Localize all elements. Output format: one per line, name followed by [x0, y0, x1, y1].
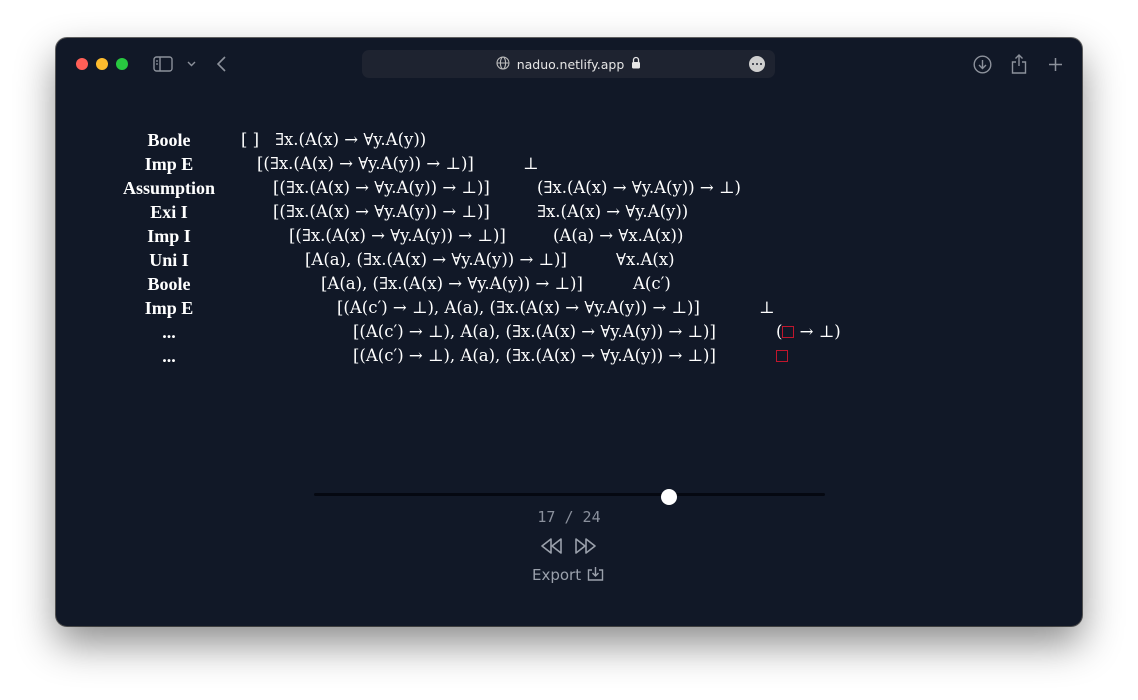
- globe-icon: [496, 55, 510, 73]
- goal: ∃x.(A(x) → ∀y.A(y)): [537, 202, 689, 221]
- more-icon[interactable]: [749, 56, 765, 72]
- rule-name: Imp E: [144, 154, 194, 174]
- new-tab-icon[interactable]: [1046, 52, 1064, 76]
- rule-name: Boole: [147, 130, 191, 150]
- context: [(A(c′) → ⊥), A(a), (∃x.(A(x) → ∀y.A(y))…: [353, 322, 716, 341]
- minimize-window-button[interactable]: [96, 58, 108, 70]
- browser-window: naduo.netlify.app Boole [ ] ∃x.(A(x) → ∀…: [56, 38, 1082, 626]
- goal: [776, 344, 788, 368]
- context: [ ]: [241, 130, 260, 149]
- proof-row: ... [(A(c′) → ⊥), A(a), (∃x.(A(x) → ∀y.A…: [56, 320, 1082, 344]
- address-bar[interactable]: naduo.netlify.app: [362, 50, 775, 78]
- open-goal-hole[interactable]: [782, 326, 795, 338]
- zoom-window-button[interactable]: [116, 58, 128, 70]
- proof-row: Assumption [(∃x.(A(x) → ∀y.A(y)) → ⊥)] (…: [56, 176, 1082, 200]
- goal: (∃x.(A(x) → ∀y.A(y)) → ⊥): [537, 178, 741, 197]
- rule-name: Imp E: [144, 298, 194, 318]
- goal: ( → ⊥): [776, 322, 841, 341]
- step-separator: /: [564, 508, 574, 526]
- context: [(A(c′) → ⊥), A(a), (∃x.(A(x) → ∀y.A(y))…: [353, 346, 716, 365]
- goal: ∀x.A(x): [616, 250, 675, 269]
- context: [A(a), (∃x.(A(x) → ∀y.A(y)) → ⊥)]: [305, 250, 567, 269]
- step-slider-thumb[interactable]: [660, 489, 677, 505]
- export-label: Export: [532, 566, 582, 584]
- proof-row: Boole [A(a), (∃x.(A(x) → ∀y.A(y)) → ⊥)] …: [56, 272, 1082, 296]
- goal: A(c′): [633, 274, 671, 293]
- rule-name: ...: [162, 346, 176, 366]
- sidebar-icon[interactable]: [152, 52, 174, 76]
- rule-name: Uni I: [149, 250, 189, 270]
- download-icon[interactable]: [971, 52, 993, 76]
- browser-toolbar: naduo.netlify.app: [56, 38, 1082, 90]
- proof-row: ... [(A(c′) → ⊥), A(a), (∃x.(A(x) → ∀y.A…: [56, 344, 1082, 368]
- rule-name: Exi I: [150, 202, 188, 222]
- fast-forward-icon[interactable]: [573, 536, 597, 556]
- goal: (A(a) → ∀x.A(x)): [553, 226, 684, 245]
- proof-row: Exi I [(∃x.(A(x) → ∀y.A(y)) → ⊥)] ∃x.(A(…: [56, 200, 1082, 224]
- open-goal-hole[interactable]: [776, 350, 788, 362]
- proof-row: Imp E [(∃x.(A(x) → ∀y.A(y)) → ⊥)] ⊥: [56, 152, 1082, 176]
- export-button[interactable]: Export: [532, 565, 604, 585]
- rule-name: ...: [162, 322, 176, 342]
- proof-row: Imp I [(∃x.(A(x) → ∀y.A(y)) → ⊥)] (A(a) …: [56, 224, 1082, 248]
- context: [(∃x.(A(x) → ∀y.A(y)) → ⊥)]: [289, 226, 506, 245]
- proof-row: Boole [ ] ∃x.(A(x) → ∀y.A(y)): [56, 128, 1082, 152]
- goal: ⊥: [759, 298, 775, 317]
- context: [(∃x.(A(x) → ∀y.A(y)) → ⊥)]: [273, 202, 490, 221]
- rule-name: Boole: [147, 274, 191, 294]
- rule-name: Assumption: [122, 178, 216, 198]
- total-steps: 24: [582, 508, 601, 526]
- chevron-down-icon[interactable]: [185, 52, 197, 76]
- back-icon[interactable]: [214, 52, 228, 76]
- context: [A(a), (∃x.(A(x) → ∀y.A(y)) → ⊥)]: [321, 274, 583, 293]
- close-window-button[interactable]: [76, 58, 88, 70]
- export-icon: [587, 566, 604, 585]
- lock-icon: [631, 56, 641, 72]
- goal: ⊥: [523, 154, 539, 173]
- rule-name: Imp I: [147, 226, 191, 246]
- goal: ∃x.(A(x) → ∀y.A(y)): [275, 130, 427, 149]
- url-text: naduo.netlify.app: [516, 56, 625, 72]
- context: [(A(c′) → ⊥), A(a), (∃x.(A(x) → ∀y.A(y))…: [337, 298, 700, 317]
- context: [(∃x.(A(x) → ∀y.A(y)) → ⊥)]: [257, 154, 474, 173]
- proof-row: Imp E [(A(c′) → ⊥), A(a), (∃x.(A(x) → ∀y…: [56, 296, 1082, 320]
- proof-row: Uni I [A(a), (∃x.(A(x) → ∀y.A(y)) → ⊥)] …: [56, 248, 1082, 272]
- rewind-icon[interactable]: [540, 536, 564, 556]
- context: [(∃x.(A(x) → ∀y.A(y)) → ⊥)]: [273, 178, 490, 197]
- step-counter: 17 / 24: [56, 508, 1082, 526]
- share-icon[interactable]: [1009, 52, 1029, 76]
- current-step: 17: [537, 508, 556, 526]
- step-slider-track[interactable]: [314, 493, 825, 496]
